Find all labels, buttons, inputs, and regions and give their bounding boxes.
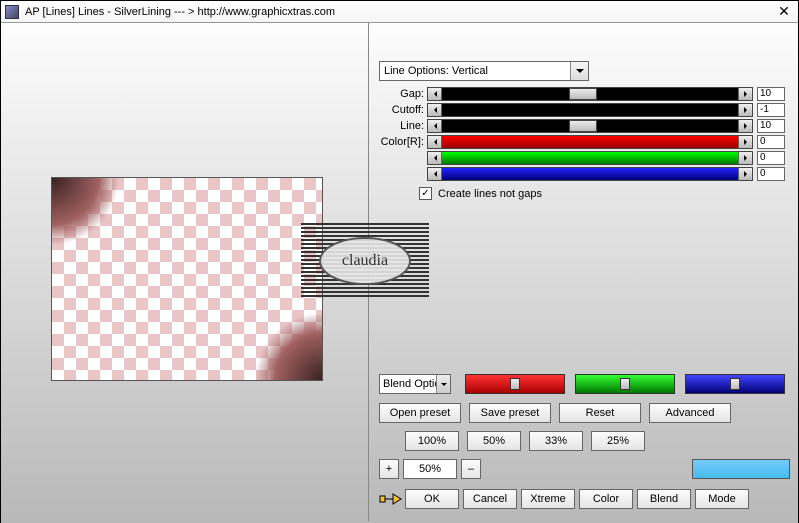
gap-slider[interactable] [427, 87, 753, 101]
color-r-value[interactable]: 0 [757, 135, 785, 149]
pointer-icon [379, 489, 403, 509]
window-title: AP [Lines] Lines - SilverLining --- > ht… [25, 6, 774, 18]
zoom-value[interactable]: 50% [403, 459, 457, 479]
color-r-label: Color[R]: [379, 136, 427, 148]
line-label: Line: [379, 120, 427, 132]
close-icon[interactable]: ✕ [774, 3, 794, 20]
reset-button[interactable]: Reset [559, 403, 641, 423]
gap-label: Gap: [379, 88, 427, 100]
arrow-left-icon[interactable] [428, 152, 442, 164]
client-area: claudia Line Options: Vertical Gap: 10 C… [1, 23, 798, 523]
controls-panel: Line Options: Vertical Gap: 10 Cutoff: [379, 23, 792, 523]
color-r-slider[interactable] [427, 135, 753, 149]
color-button[interactable]: Color [579, 489, 633, 509]
slider-handle[interactable] [730, 378, 740, 390]
arrow-right-icon[interactable] [738, 120, 752, 132]
preview-canvas [51, 177, 323, 381]
blend-red-slider[interactable] [465, 374, 565, 394]
pct-33-button[interactable]: 33% [529, 431, 583, 451]
slider-handle[interactable] [510, 378, 520, 390]
mode-button[interactable]: Mode [695, 489, 749, 509]
xtreme-button[interactable]: Xtreme [521, 489, 575, 509]
arrow-right-icon[interactable] [738, 152, 752, 164]
arrow-left-icon[interactable] [428, 136, 442, 148]
chevron-down-icon [570, 62, 588, 80]
create-lines-checkbox-row: ✓ Create lines not gaps [419, 187, 542, 200]
zoom-in-button[interactable]: + [379, 459, 399, 479]
create-lines-label: Create lines not gaps [438, 188, 542, 200]
arrow-left-icon[interactable] [428, 120, 442, 132]
cancel-button[interactable]: Cancel [463, 489, 517, 509]
cutoff-value[interactable]: -1 [757, 103, 785, 117]
arrow-right-icon[interactable] [738, 168, 752, 180]
color-g-slider[interactable] [427, 151, 753, 165]
cutoff-slider[interactable] [427, 103, 753, 117]
color-b-slider[interactable] [427, 167, 753, 181]
gap-value[interactable]: 10 [757, 87, 785, 101]
color-b-value[interactable]: 0 [757, 167, 785, 181]
create-lines-checkbox[interactable]: ✓ [419, 187, 432, 200]
vertical-divider [368, 23, 369, 521]
line-options-select[interactable]: Line Options: Vertical [379, 61, 589, 81]
zoom-out-button[interactable]: – [461, 459, 481, 479]
line-slider[interactable] [427, 119, 753, 133]
advanced-button[interactable]: Advanced [649, 403, 731, 423]
preview-shade [52, 178, 118, 244]
preview-shade [256, 314, 322, 380]
pct-50-button[interactable]: 50% [467, 431, 521, 451]
arrow-right-icon[interactable] [738, 104, 752, 116]
chevron-down-icon [436, 375, 450, 393]
ok-button[interactable]: OK [405, 489, 459, 509]
line-options-value: Line Options: Vertical [384, 65, 488, 77]
line-value[interactable]: 10 [757, 119, 785, 133]
title-bar: AP [Lines] Lines - SilverLining --- > ht… [1, 1, 798, 23]
blend-button[interactable]: Blend [637, 489, 691, 509]
color-g-value[interactable]: 0 [757, 151, 785, 165]
arrow-right-icon[interactable] [738, 136, 752, 148]
pct-100-button[interactable]: 100% [405, 431, 459, 451]
arrow-left-icon[interactable] [428, 104, 442, 116]
color-swatch[interactable] [692, 459, 790, 479]
blend-green-slider[interactable] [575, 374, 675, 394]
app-icon [5, 5, 19, 19]
parameters: Gap: 10 Cutoff: -1 Line: [379, 86, 785, 182]
cutoff-label: Cutoff: [379, 104, 427, 116]
arrow-left-icon[interactable] [428, 168, 442, 180]
blend-blue-slider[interactable] [685, 374, 785, 394]
open-preset-button[interactable]: Open preset [379, 403, 461, 423]
blend-options-select[interactable]: Blend Options [379, 374, 451, 394]
arrow-left-icon[interactable] [428, 88, 442, 100]
pct-25-button[interactable]: 25% [591, 431, 645, 451]
slider-handle[interactable] [620, 378, 630, 390]
arrow-right-icon[interactable] [738, 88, 752, 100]
save-preset-button[interactable]: Save preset [469, 403, 551, 423]
